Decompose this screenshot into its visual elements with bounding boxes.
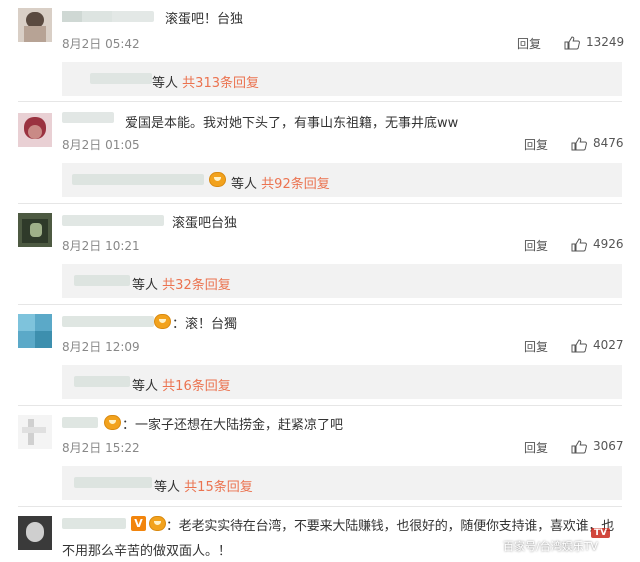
v-badge-icon: V — [131, 516, 146, 531]
comment-text: 滚蛋吧！台独 — [165, 12, 244, 27]
comment-time: 8月2日 15:22 — [62, 441, 140, 455]
avatar[interactable] — [18, 113, 52, 147]
reply-button[interactable]: 回复 — [517, 35, 541, 52]
avatar[interactable] — [18, 415, 52, 449]
sub-prefix: 等人 — [152, 76, 179, 91]
like-button[interactable]: 4926 — [571, 237, 629, 253]
like-button[interactable]: 13249 — [564, 35, 628, 51]
sub-count-link[interactable]: 共16条回复 — [162, 379, 231, 394]
sub-replies-box[interactable]: 等人 共15条回复 — [62, 466, 622, 500]
sub-replies-box[interactable]: 等人 共92条回复 — [62, 163, 622, 197]
sub-count-link[interactable]: 共15条回复 — [184, 480, 253, 495]
sub-replies-summary[interactable]: 等人 共92条回复 — [231, 173, 330, 192]
comment-time: 8月2日 12:09 — [62, 340, 140, 354]
thumbs-up-icon — [571, 137, 587, 151]
comment-text-line2: 不用那么辛苦的做双面人。！ — [62, 544, 232, 559]
watermark: 百家号/台湾娱乐TV TV — [503, 528, 633, 556]
sub-replies-summary[interactable]: 等人 共32条回复 — [132, 274, 231, 293]
avatar[interactable] — [18, 516, 52, 550]
comment-time: 8月2日 05:42 — [62, 37, 140, 51]
username-blurred[interactable] — [62, 417, 98, 428]
emoji-face-icon — [154, 314, 171, 329]
emoji-face-icon — [104, 415, 121, 430]
thumbs-up-icon — [571, 238, 587, 252]
sub-count-link[interactable]: 共92条回复 — [261, 177, 330, 192]
sub-usernames-blurred — [74, 376, 130, 387]
comment-text: 爱国是本能。我对她下头了，有事山东祖籍，无事井底ww — [125, 116, 459, 131]
thumbs-up-icon — [571, 440, 587, 454]
comment-text: 滚蛋吧台独 — [172, 216, 238, 231]
divider — [18, 506, 622, 507]
reply-button[interactable]: 回复 — [524, 237, 548, 254]
username-blurred[interactable] — [62, 518, 126, 529]
divider — [18, 304, 622, 305]
sub-prefix: 等人 — [132, 278, 159, 293]
username-blurred[interactable] — [62, 215, 164, 226]
avatar[interactable] — [18, 314, 52, 348]
sub-replies-summary[interactable]: 等人 共15条回复 — [154, 476, 253, 495]
divider — [18, 405, 622, 406]
watermark-badge: TV — [591, 528, 611, 538]
sub-usernames-blurred — [74, 477, 152, 488]
emoji-face-icon — [209, 172, 226, 187]
sub-usernames-blurred — [72, 174, 204, 185]
reply-button[interactable]: 回复 — [524, 439, 548, 456]
username-blurred[interactable] — [62, 112, 114, 123]
sub-usernames-blurred — [74, 275, 130, 286]
emoji-face-icon — [149, 516, 166, 531]
sub-usernames-blurred — [90, 73, 152, 84]
like-button[interactable]: 3067 — [571, 439, 629, 455]
like-count: 4926 — [593, 237, 624, 251]
like-count: 8476 — [593, 136, 624, 150]
sub-count-link[interactable]: 共313条回复 — [182, 76, 259, 91]
comment-text: ：一家子还想在大陆捞金，赶紧凉了吧 — [122, 418, 344, 433]
username-blurred[interactable] — [62, 316, 154, 327]
sub-replies-summary[interactable]: 等人 共313条回复 — [152, 72, 259, 91]
sub-replies-box[interactable]: 等人 共16条回复 — [62, 365, 622, 399]
thumbs-up-icon — [564, 36, 580, 50]
sub-prefix: 等人 — [154, 480, 181, 495]
sub-prefix: 等人 — [231, 177, 258, 192]
avatar[interactable] — [18, 8, 52, 42]
comment-time: 8月2日 10:21 — [62, 239, 140, 253]
sub-replies-summary[interactable]: 等人 共16条回复 — [132, 375, 231, 394]
comment-text: ：老老实实待在台湾，不要来大陆赚钱，也很好的，随便你支持谁，喜欢谁，也 — [166, 519, 615, 534]
sub-count-link[interactable]: 共32条回复 — [162, 278, 231, 293]
sub-replies-box[interactable]: 等人 共32条回复 — [62, 264, 622, 298]
reply-button[interactable]: 回复 — [524, 338, 548, 355]
reply-button[interactable]: 回复 — [524, 136, 548, 153]
comment-text: ：滚！台獨 — [172, 317, 238, 332]
watermark-text: 百家号/台湾娱乐TV — [503, 540, 598, 553]
avatar[interactable] — [18, 213, 52, 247]
like-button[interactable]: 8476 — [571, 136, 629, 152]
like-count: 4027 — [593, 338, 624, 352]
like-count: 13249 — [586, 35, 625, 49]
like-button[interactable]: 4027 — [571, 338, 629, 354]
divider — [18, 101, 622, 102]
thumbs-up-icon — [571, 339, 587, 353]
divider — [18, 203, 622, 204]
sub-replies-box[interactable]: 等人 共313条回复 — [62, 62, 622, 96]
comment-time: 8月2日 01:05 — [62, 138, 140, 152]
username-blurred[interactable] — [62, 11, 154, 22]
sub-prefix: 等人 — [132, 379, 159, 394]
like-count: 3067 — [593, 439, 624, 453]
